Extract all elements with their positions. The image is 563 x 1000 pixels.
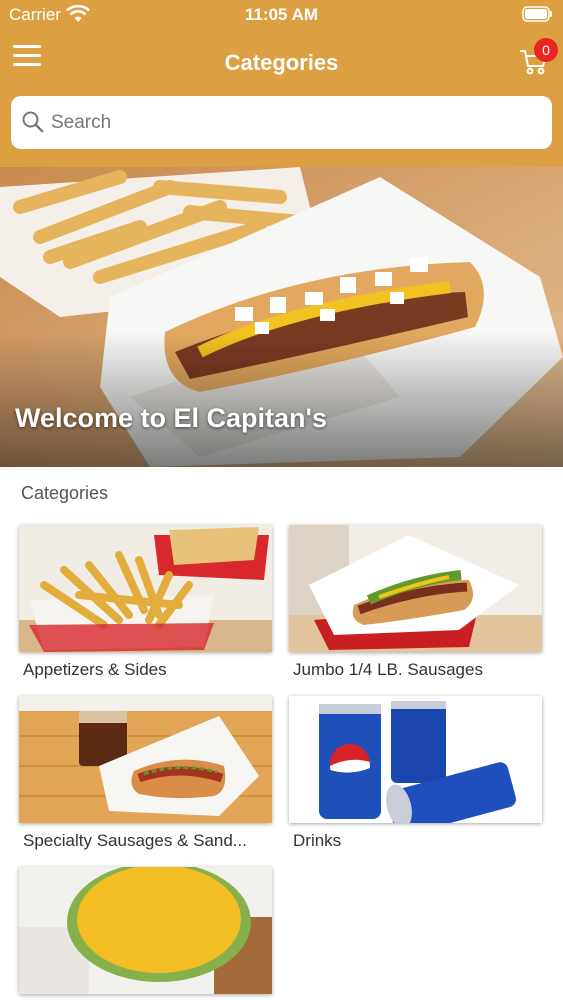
cart-button[interactable]: 0 bbox=[516, 38, 560, 80]
app-header: Carrier 11:05 AM Categories 0 bbox=[0, 0, 563, 167]
search-input[interactable] bbox=[51, 104, 541, 141]
status-bar: Carrier 11:05 AM bbox=[0, 0, 563, 30]
hero-title: Welcome to El Capitan's bbox=[15, 403, 327, 433]
category-image-soups bbox=[19, 867, 272, 994]
section-title: Categories bbox=[21, 483, 109, 503]
category-image-jumbo-sausages bbox=[289, 525, 542, 652]
search-bar[interactable] bbox=[11, 96, 552, 149]
page-title: Categories bbox=[224, 50, 339, 75]
category-image-specialty-sausages bbox=[19, 696, 272, 823]
cart-count-badge: 0 bbox=[534, 38, 558, 62]
category-label: Drinks bbox=[293, 831, 342, 850]
category-label: Appetizers & Sides bbox=[23, 660, 167, 679]
category-label: Specialty Sausages & Sand... bbox=[23, 831, 247, 850]
battery-icon bbox=[522, 6, 552, 22]
hero-banner: Welcome to El Capitan's bbox=[0, 167, 563, 467]
search-icon bbox=[22, 111, 44, 133]
category-image-drinks bbox=[289, 696, 542, 823]
status-time: 11:05 AM bbox=[244, 5, 319, 24]
navigation-bar: Categories 0 bbox=[0, 36, 563, 88]
category-label: Jumbo 1/4 LB. Sausages bbox=[293, 660, 483, 679]
category-image-appetizers bbox=[19, 525, 272, 652]
